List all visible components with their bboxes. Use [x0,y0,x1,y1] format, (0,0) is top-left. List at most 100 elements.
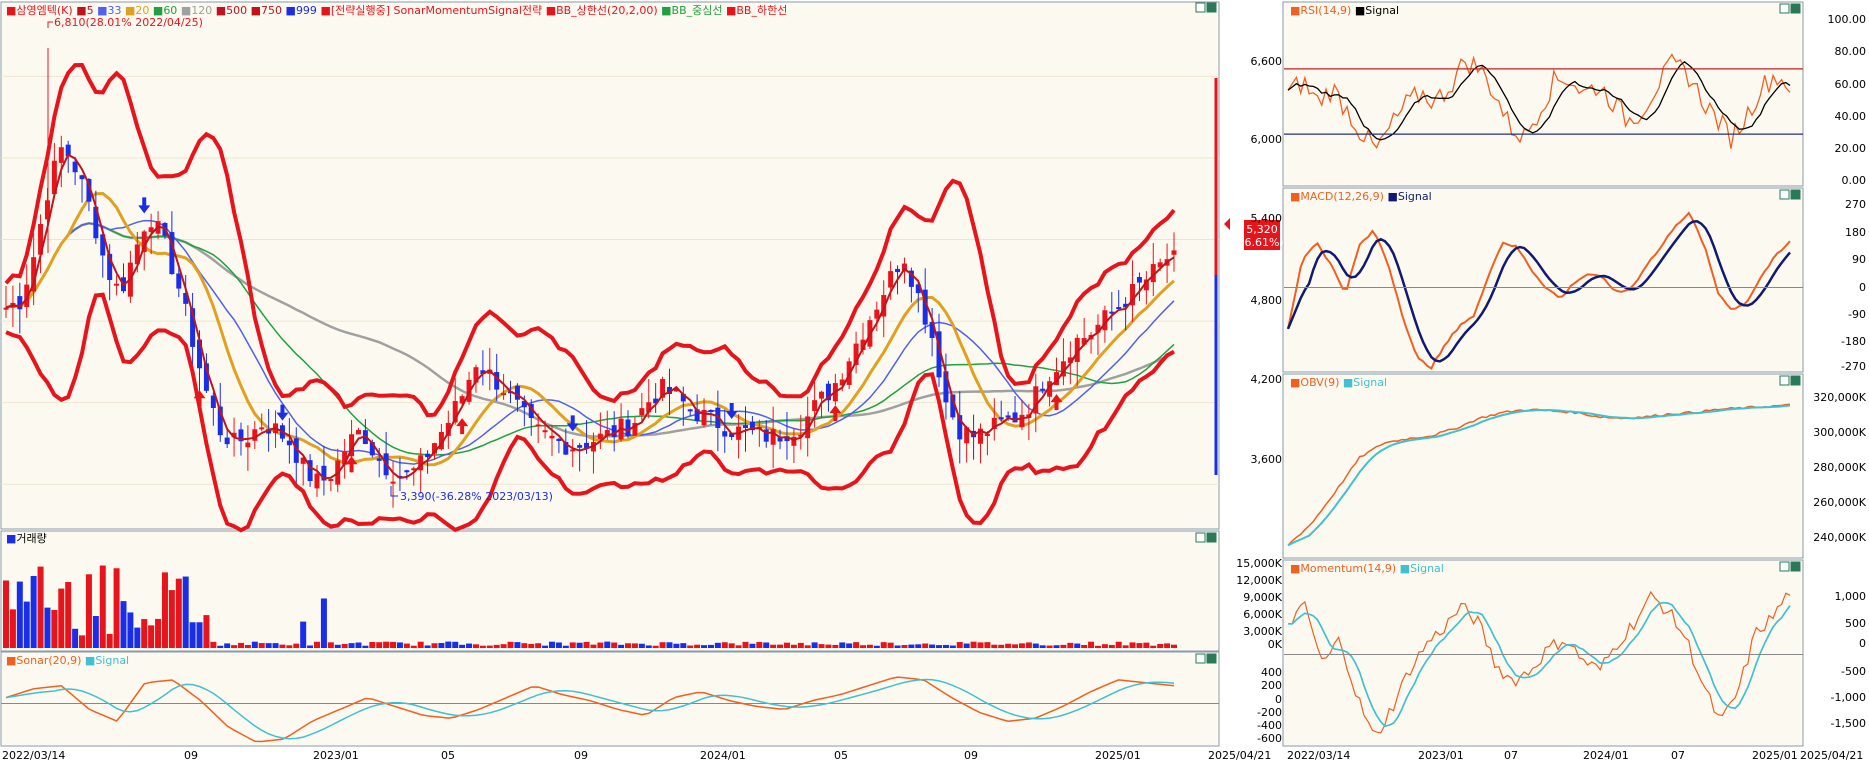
date-tick: 2025/04/21 [1208,749,1271,762]
candle-body [819,391,825,399]
volume-bar [749,643,756,648]
volume-title: ■거래량 [6,532,47,545]
volume-bar [707,644,714,648]
volume-bar [949,645,956,648]
tick-label: 300,000K [1813,426,1866,439]
volume-bar [777,644,784,648]
candle-body [812,400,818,411]
minimize-icon[interactable] [1195,2,1206,13]
candle-body [770,429,776,445]
volume-bar [631,643,638,648]
volume-bar [694,644,701,648]
close-icon[interactable] [1790,561,1801,572]
minimize-icon[interactable] [1779,3,1790,14]
close-icon[interactable] [1790,189,1801,200]
volume-bar [300,621,307,648]
volume-bar [348,643,355,648]
volume-bar [797,642,804,648]
volume-bar [569,642,576,648]
volume-bar [597,642,604,648]
volume-bar [320,598,327,648]
date-tick: 2022/03/14 [1287,749,1350,762]
candle-body [376,458,382,461]
volume-bar [251,641,258,648]
candle-body [58,147,64,163]
volume-bar [770,644,777,648]
volume-bar [217,645,224,648]
close-icon[interactable] [1206,2,1217,13]
tick-label: 0.00 [1842,174,1867,187]
candle-body [328,479,334,482]
obv-title: ■OBV(9) ■Signal [1290,376,1387,389]
close-icon[interactable] [1790,375,1801,386]
volume-bar [915,644,922,648]
close-icon[interactable] [1790,3,1801,14]
volume-bar [956,642,963,648]
close-icon[interactable] [1206,532,1217,543]
volume-bar [701,645,708,648]
date-tick: 2024/01 [1583,749,1629,762]
volume-bar [155,618,162,648]
volume-bar [72,628,79,648]
volume-bar [224,643,231,648]
volume-bar [763,642,770,648]
tick-label: 0K [1268,638,1283,651]
date-tick: 2025/01 [1095,749,1141,762]
momentum-title: ■Momentum(14,9) ■Signal [1290,562,1444,575]
volume-bar [44,607,51,648]
date-tick: 2023/01 [1418,749,1464,762]
volume-bar [977,642,984,648]
volume-bar [127,612,134,648]
volume-bar [528,643,535,648]
candle-body [245,442,251,448]
volume-bar [383,641,390,648]
candle-body [888,271,894,288]
close-icon[interactable] [1206,653,1217,664]
volume-bar [1025,642,1032,648]
volume-bar [106,633,113,648]
date-tick: 2024/01 [700,749,746,762]
minimize-icon[interactable] [1195,532,1206,543]
volume-bar [991,644,998,648]
tick-label: 12,000K [1236,574,1282,587]
volume-bar [1108,644,1115,648]
volume-bar [666,642,673,648]
tick-label: 5,400 [1251,212,1283,225]
volume-bar [1046,645,1053,648]
volume-bar [99,565,106,648]
minimize-icon[interactable] [1779,561,1790,572]
volume-bar [231,645,238,648]
volume-bar [265,643,272,648]
tick-label: -500 [1841,665,1866,678]
tick-label: 3,000K [1243,625,1282,638]
main-panel-bg [0,1,1220,530]
last-change: (6.61%) [1240,236,1284,249]
tick-label: 100.00 [1828,13,1867,26]
volume-bar [721,642,728,648]
candle-body [722,431,728,437]
candle-body [687,409,693,412]
candle-body [895,268,901,273]
date-tick: 2025/04/21 [1800,749,1863,762]
volume-bar [369,641,376,648]
volume-bar [279,644,286,648]
minimize-icon[interactable] [1779,375,1790,386]
candle-body [542,430,548,433]
volume-bar [604,641,611,648]
volume-bar [189,622,196,648]
date-tick: 2025/01 [1752,749,1798,762]
minimize-icon[interactable] [1779,189,1790,200]
rsi-panel-bg [1282,1,1804,187]
candle-body [1012,412,1018,423]
tick-label: 0 [1859,637,1866,650]
volume-bar [479,645,486,648]
minimize-icon[interactable] [1195,653,1206,664]
volume-bar [1157,643,1164,648]
tick-label: -400 [1257,719,1282,732]
volume-bar [3,580,9,648]
volume-bar [85,574,92,648]
volume-bar [500,644,507,648]
volume-bar [652,645,659,648]
volume-bar [244,644,251,648]
date-tick: 2022/03/14 [2,749,65,762]
